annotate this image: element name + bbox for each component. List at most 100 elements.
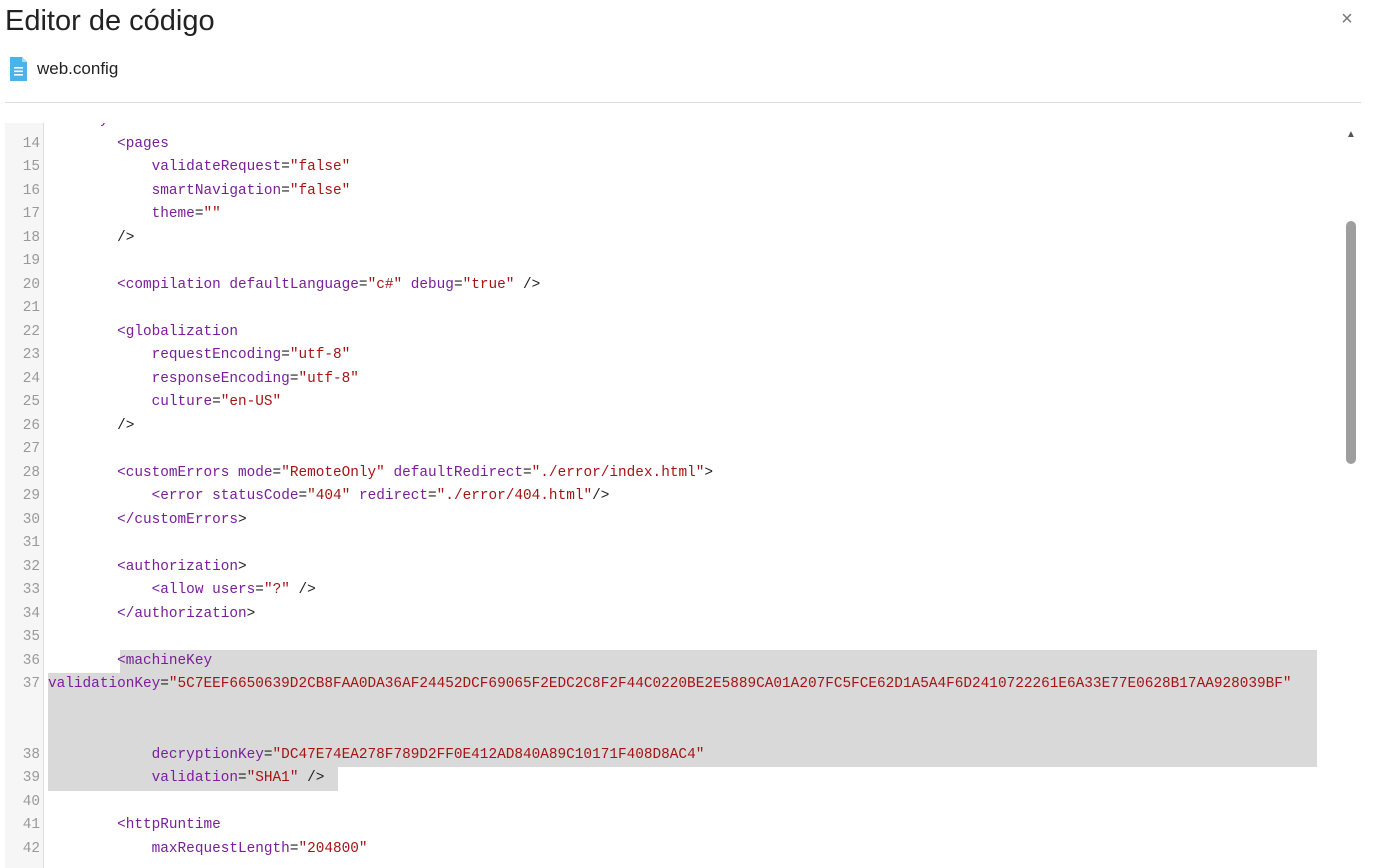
code-line-39: 39 validation="SHA1" /> <box>5 767 1335 791</box>
code-line-33: 33 <allow users="?" /> <box>5 579 1335 603</box>
code-text: <error statusCode="404" redirect="./erro… <box>151 488 610 504</box>
code-text: theme="" <box>151 206 221 222</box>
code-line-17: 17 theme="" <box>5 203 1335 227</box>
line-number: 34 <box>22 605 40 622</box>
code-text: <globalization <box>117 323 238 340</box>
code-text: validateRequest="false" <box>151 159 351 175</box>
line-number: 15 <box>22 159 40 175</box>
code-editor[interactable]: 13 <system.web>14 <pages15 validateReque… <box>5 123 1335 868</box>
code-text: <customErrors mode="RemoteOnly" defaultR… <box>117 464 714 481</box>
line-number: 17 <box>22 206 40 222</box>
code-line-27: 27 <box>5 438 1335 462</box>
line-number: 31 <box>22 535 40 551</box>
code-text: <system.web> <box>48 123 1317 133</box>
line-number: 29 <box>22 488 40 504</box>
line-number: 14 <box>22 135 40 152</box>
line-number: 21 <box>22 300 40 316</box>
line-number: 41 <box>22 817 40 833</box>
code-line-36: 36 <machineKey <box>5 649 1335 673</box>
line-number: 23 <box>22 347 40 363</box>
line-number: 25 <box>22 394 40 410</box>
file-header: web.config <box>9 54 118 84</box>
line-number: 36 <box>22 652 40 669</box>
code-line-16: 16 smartNavigation="false" <box>5 180 1335 204</box>
header-divider <box>5 102 1361 103</box>
code-text: </customErrors> <box>117 511 247 528</box>
line-number: 22 <box>22 323 40 340</box>
document-icon <box>9 56 28 82</box>
line-number: 24 <box>22 370 40 387</box>
line-number: 30 <box>22 511 40 528</box>
line-number: 42 <box>22 840 40 857</box>
code-line-34: 34 </authorization> <box>5 603 1335 627</box>
line-number: 33 <box>22 582 40 598</box>
selection-highlight <box>120 649 1317 673</box>
code-text: <authorization> <box>117 558 247 575</box>
code-line-19: 19 <box>5 250 1335 274</box>
code-line-25: 25 culture="en-US" <box>5 391 1335 415</box>
code-line-29: 29 <error statusCode="404" redirect="./e… <box>5 485 1335 509</box>
code-text: decryptionKey="DC47E74EA278F789D2FF0E412… <box>48 743 1317 767</box>
line-number: 35 <box>22 629 40 645</box>
code-text: <pages <box>117 135 169 152</box>
line-number: 28 <box>22 464 40 481</box>
code-line-15: 15 validateRequest="false" <box>5 156 1335 180</box>
code-text: responseEncoding="utf-8" <box>151 370 359 387</box>
file-name: web.config <box>37 59 119 78</box>
line-number: 18 <box>22 229 40 246</box>
code-line-38: 38 decryptionKey="DC47E74EA278F789D2FF0E… <box>5 743 1335 767</box>
code-lines: 13 <system.web>14 <pages15 validateReque… <box>5 123 1335 861</box>
code-line-13: 13 <system.web> <box>5 123 1335 133</box>
code-text: /> <box>117 229 135 246</box>
code-text: maxRequestLength="204800" <box>151 840 368 857</box>
close-icon[interactable]: × <box>1336 8 1358 30</box>
scroll-up-arrow-icon[interactable]: ▲ <box>1344 128 1358 142</box>
code-line-32: 32 <authorization> <box>5 556 1335 580</box>
code-line-20: 20 <compilation defaultLanguage="c#" deb… <box>5 274 1335 298</box>
page-title: Editor de código <box>5 5 215 37</box>
code-text: /> <box>117 417 135 434</box>
code-line-41: 41 <httpRuntime <box>5 814 1335 838</box>
code-line-37: 37 validationKey="5C7EEF6650639D2CB8FAA0D… <box>5 673 1335 744</box>
code-line-14: 14 <pages <box>5 133 1335 157</box>
scrollbar-thumb[interactable] <box>1346 221 1356 464</box>
code-line-31: 31 <box>5 532 1335 556</box>
code-text: <allow users="?" /> <box>151 582 316 598</box>
code-text: validationKey="5C7EEF6650639D2CB8FAA0DA3… <box>48 673 1317 744</box>
code-text: smartNavigation="false" <box>151 182 351 199</box>
line-number: 32 <box>22 558 40 575</box>
line-number: 20 <box>22 276 40 293</box>
code-line-40: 40 <box>5 791 1335 815</box>
code-text: requestEncoding="utf-8" <box>151 347 351 363</box>
code-line-22: 22 <globalization <box>5 321 1335 345</box>
code-line-42: 42 maxRequestLength="204800" <box>5 838 1335 862</box>
code-text: culture="en-US" <box>151 394 282 410</box>
line-number: 19 <box>22 253 40 269</box>
code-text: <machineKey <box>48 649 1317 673</box>
code-line-23: 23 requestEncoding="utf-8" <box>5 344 1335 368</box>
line-number: 16 <box>22 182 40 199</box>
line-number: 26 <box>22 417 40 434</box>
code-line-35: 35 <box>5 626 1335 650</box>
code-line-26: 26 /> <box>5 415 1335 439</box>
code-text: <compilation defaultLanguage="c#" debug=… <box>117 276 541 293</box>
line-number: 38 <box>22 746 40 763</box>
line-number: 37 <box>22 676 40 692</box>
code-text: validation="SHA1" /> <box>48 767 1317 791</box>
code-text: <httpRuntime <box>117 817 221 833</box>
line-number: 39 <box>22 770 40 786</box>
code-line-30: 30 </customErrors> <box>5 509 1335 533</box>
code-line-21: 21 <box>5 297 1335 321</box>
line-number: 27 <box>22 441 40 457</box>
code-line-18: 18 /> <box>5 227 1335 251</box>
code-text: </authorization> <box>117 605 256 622</box>
line-number: 13 <box>5 123 43 133</box>
line-number: 40 <box>22 793 40 810</box>
code-line-24: 24 responseEncoding="utf-8" <box>5 368 1335 392</box>
